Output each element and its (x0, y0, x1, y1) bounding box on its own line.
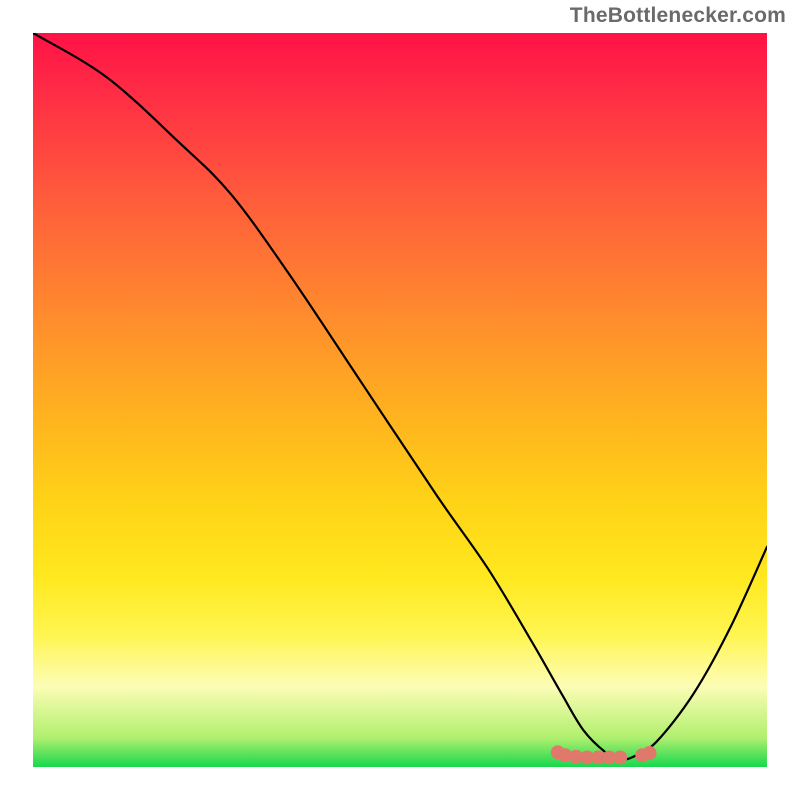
marker-cluster (551, 745, 657, 764)
plot-area (33, 33, 767, 767)
bottleneck-curve (33, 33, 767, 760)
marker-dot (613, 750, 627, 764)
chart-svg (33, 33, 767, 767)
watermark-text: TheBottlenecker.com (570, 4, 786, 28)
chart-frame: TheBottlenecker.com (0, 0, 800, 800)
marker-dot (643, 746, 657, 760)
